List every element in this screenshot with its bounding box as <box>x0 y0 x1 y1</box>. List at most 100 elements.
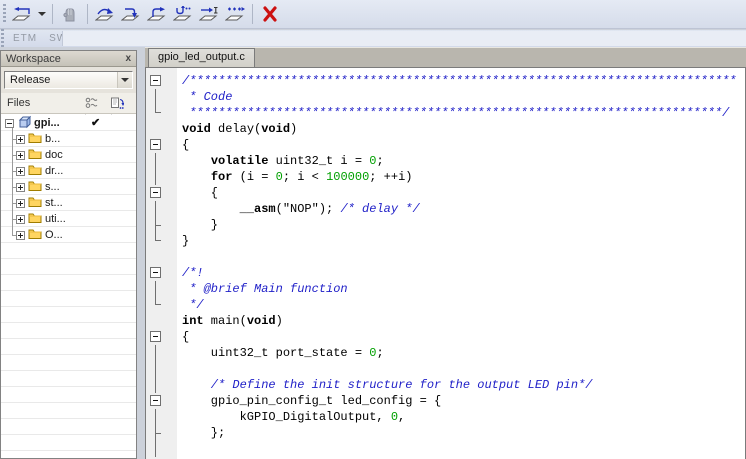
files-header-row: Files <box>1 93 136 114</box>
code-line: { <box>146 137 745 153</box>
step-into-button[interactable] <box>118 2 144 26</box>
step-over-icon <box>95 6 115 22</box>
tree-item-folder[interactable]: doc <box>1 147 136 163</box>
close-icon[interactable]: x <box>125 54 131 64</box>
code-line: /*! <box>146 265 745 281</box>
code-line: /* Define the init structure for the out… <box>146 377 745 393</box>
configuration-select[interactable]: Release <box>4 71 133 89</box>
tree-item-folder[interactable]: s... <box>1 179 136 195</box>
code-line: * @brief Main function <box>146 281 745 297</box>
tree-item-label: O... <box>45 229 63 241</box>
project-cube-icon <box>17 115 31 132</box>
expand-icon[interactable] <box>16 199 25 208</box>
code-line: }; <box>146 425 745 441</box>
next-statement-button[interactable] <box>170 2 196 26</box>
symbols-icon[interactable] <box>79 97 105 109</box>
code-line: } <box>146 233 745 249</box>
stop-debugging-icon <box>261 6 279 22</box>
toolbar-separator <box>252 4 253 24</box>
workspace-panel: Workspace x Release Files <box>0 50 137 459</box>
file-tree: gpi... ✔ b... doc dr... s... <box>1 115 136 458</box>
go-icon <box>225 6 245 22</box>
code-line: { <box>146 185 745 201</box>
editor-area: gpio_led_output.c /*********************… <box>145 47 746 459</box>
chevron-down-icon[interactable] <box>117 72 132 88</box>
stop-debugging-button[interactable] <box>257 2 283 26</box>
tab-etm[interactable]: ETM <box>7 33 43 44</box>
expand-icon[interactable] <box>16 183 25 192</box>
tree-item-label: b... <box>45 133 60 145</box>
file-options-icon[interactable] <box>105 97 129 110</box>
configuration-value: Release <box>10 74 50 86</box>
collapse-icon[interactable] <box>5 119 14 128</box>
expand-icon[interactable] <box>16 167 25 176</box>
folder-icon <box>28 180 42 194</box>
code-line <box>146 441 745 457</box>
tree-item-folder[interactable]: b... <box>1 131 136 147</box>
code-line: } <box>146 217 745 233</box>
toolbar-separator <box>52 4 53 24</box>
run-to-cursor-button[interactable] <box>196 2 222 26</box>
step-out-button[interactable] <box>144 2 170 26</box>
expand-icon[interactable] <box>16 215 25 224</box>
code-line: * Code <box>146 89 745 105</box>
go-button[interactable] <box>222 2 248 26</box>
expand-icon[interactable] <box>16 135 25 144</box>
code-line: /***************************************… <box>146 73 745 89</box>
tree-item-label: dr... <box>45 165 63 177</box>
toolbar-separator <box>87 4 88 24</box>
trace-row-grip[interactable] <box>1 29 4 49</box>
code-line: int main(void) <box>146 313 745 329</box>
expand-icon[interactable] <box>16 231 25 240</box>
tree-item-project[interactable]: gpi... ✔ <box>1 115 136 131</box>
break-button[interactable] <box>57 2 83 26</box>
code-line: void delay(void) <box>146 121 745 137</box>
workspace-title: Workspace <box>6 53 61 65</box>
files-column-header[interactable]: Files <box>1 97 79 109</box>
reset-icon <box>12 6 32 22</box>
tree-item-folder[interactable]: dr... <box>1 163 136 179</box>
code-line: volatile uint32_t i = 0; <box>146 153 745 169</box>
folder-icon <box>28 132 42 146</box>
code-line <box>146 249 745 265</box>
step-into-icon <box>121 6 141 22</box>
code-line: __asm("NOP"); /* delay */ <box>146 201 745 217</box>
tree-item-folder[interactable]: uti... <box>1 211 136 227</box>
folder-icon <box>28 164 42 178</box>
folder-icon <box>28 228 42 242</box>
expand-icon[interactable] <box>16 151 25 160</box>
step-over-button[interactable] <box>92 2 118 26</box>
tree-item-folder[interactable]: O... <box>1 227 136 243</box>
code-line <box>146 361 745 377</box>
trace-tab-row: ETM SWO <box>0 30 746 47</box>
tab-gpio-led-output[interactable]: gpio_led_output.c <box>148 48 255 67</box>
configuration-strip: Release <box>1 67 136 93</box>
code-line: for (i = 0; i < 100000; ++i) <box>146 169 745 185</box>
trace-toolbar-area <box>62 31 746 46</box>
code-line: uint32_t port_state = 0; <box>146 345 745 361</box>
toolbar-grip[interactable] <box>3 4 6 24</box>
tree-item-label: uti... <box>45 213 66 225</box>
build-check-icon: ✔ <box>91 116 100 129</box>
reset-dropdown-icon[interactable] <box>35 2 48 26</box>
code-line: */ <box>146 297 745 313</box>
next-statement-icon <box>173 6 193 22</box>
tree-item-label: st... <box>45 197 63 209</box>
debug-toolbar <box>0 0 746 29</box>
code-line: kGPIO_DigitalOutput, 0, <box>146 409 745 425</box>
tree-item-label: s... <box>45 181 60 193</box>
tree-item-folder[interactable]: st... <box>1 195 136 211</box>
code-line: { <box>146 329 745 345</box>
editor-tabbar: gpio_led_output.c <box>145 47 746 67</box>
reset-button[interactable] <box>9 2 35 26</box>
code-line: gpio_pin_config_t led_config = { <box>146 393 745 409</box>
code-line: ****************************************… <box>146 105 745 121</box>
folder-icon <box>28 148 42 162</box>
code-lines: /***************************************… <box>146 73 745 457</box>
tree-item-label: doc <box>45 149 63 161</box>
step-out-icon <box>147 6 167 22</box>
break-icon <box>60 6 80 22</box>
workspace-titlebar[interactable]: Workspace x <box>1 51 136 67</box>
code-editor[interactable]: /***************************************… <box>145 67 746 459</box>
folder-icon <box>28 196 42 210</box>
